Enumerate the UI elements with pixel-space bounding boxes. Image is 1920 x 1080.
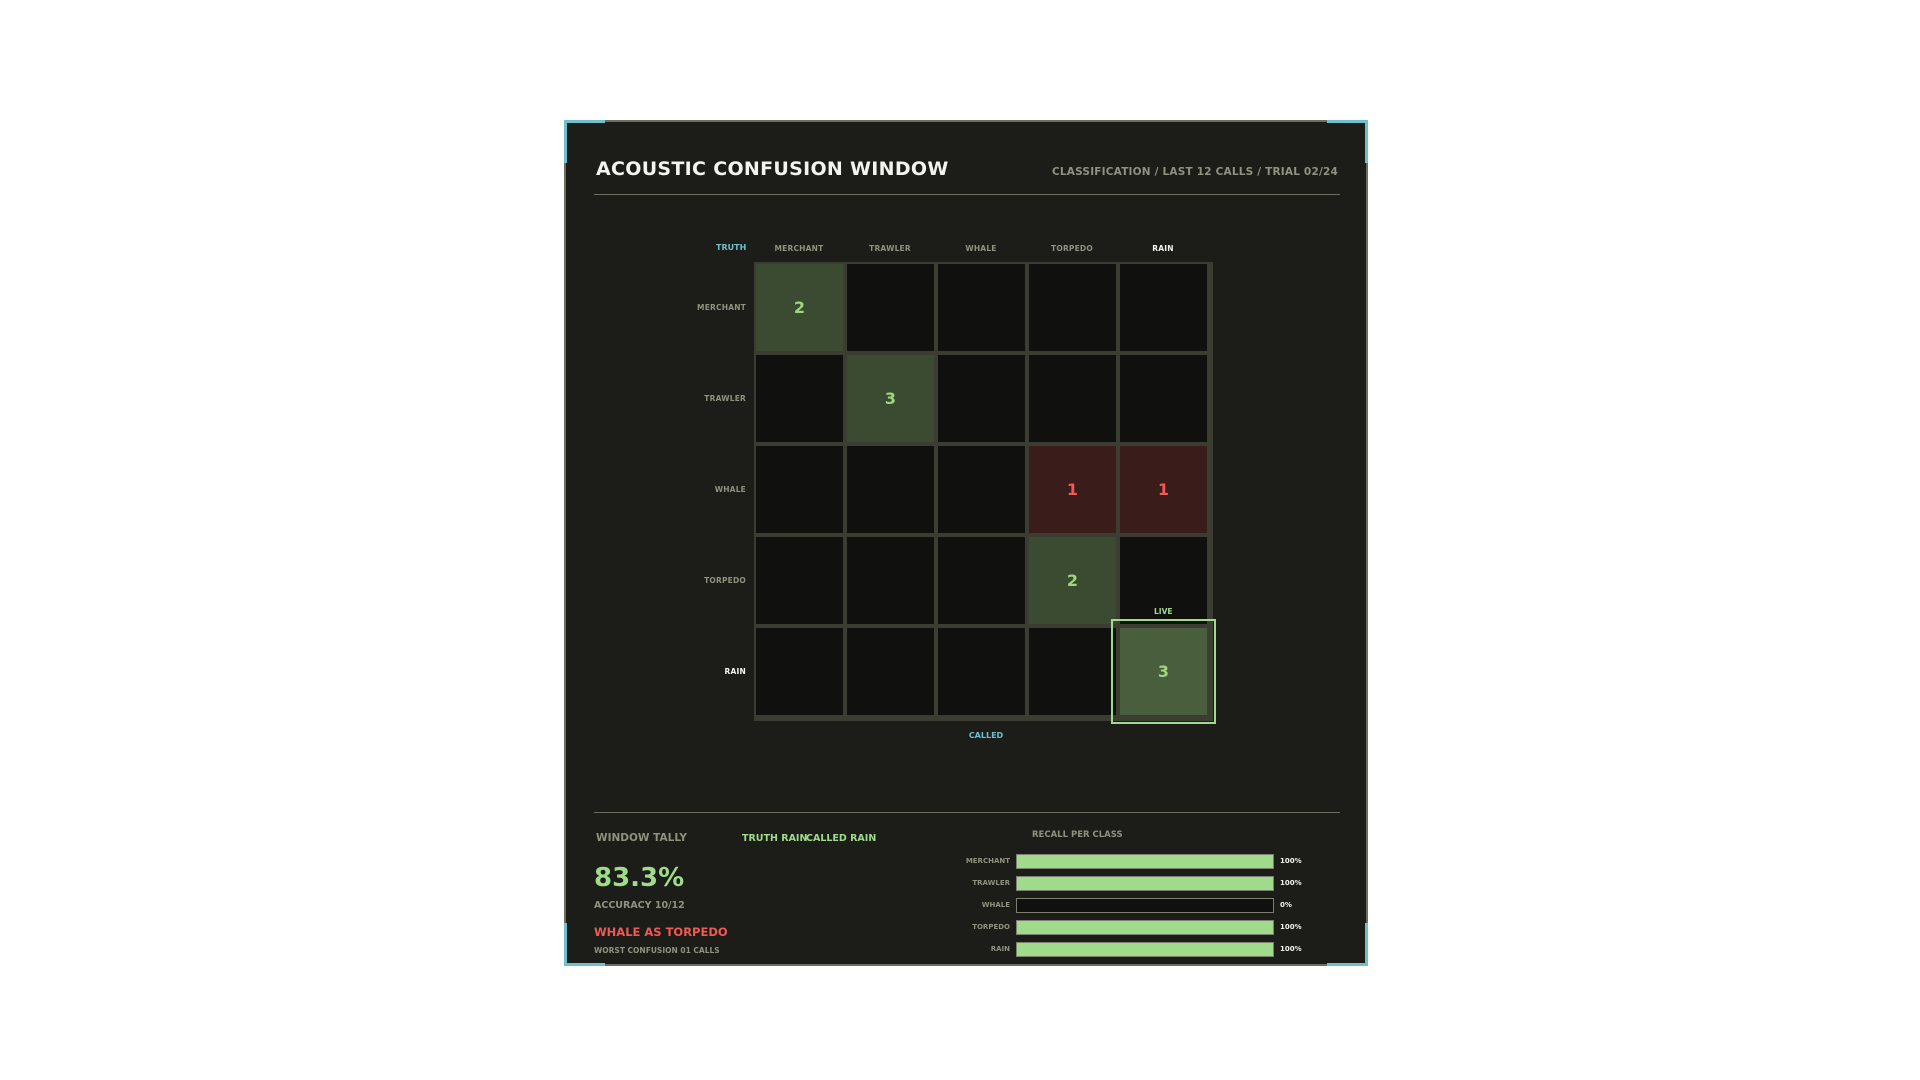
matrix-cell: 1 [1120, 446, 1207, 533]
matrix-cell [1120, 264, 1207, 351]
matrix-cell: 3 [847, 355, 934, 442]
matrix-cell [1029, 355, 1116, 442]
recall-bar-fill [1017, 855, 1273, 868]
recall-row: MERCHANT 100% [916, 854, 1302, 872]
live-cell-highlight [1111, 619, 1216, 724]
recall-title: RECALL PER CLASS [1032, 830, 1123, 840]
called-axis-label: CALLED [968, 731, 1004, 740]
page-subtitle: CLASSIFICATION / LAST 12 CALLS / TRIAL 0… [1052, 166, 1338, 178]
footer-divider [594, 812, 1340, 813]
recall-bar-fill [1017, 877, 1273, 890]
corner-bracket-top-left [564, 120, 605, 163]
recall-row: TORPEDO 100% [916, 920, 1302, 938]
recall-percent: 100% [1280, 879, 1302, 887]
col-head-merchant: MERCHANT [774, 244, 824, 253]
matrix-cell [938, 264, 1025, 351]
current-called: CALLED RAIN [806, 833, 877, 844]
confusion-window-panel: ACOUSTIC CONFUSION WINDOW CLASSIFICATION… [564, 120, 1368, 966]
matrix-cell [938, 537, 1025, 624]
recall-percent: 0% [1280, 901, 1292, 909]
recall-bar-fill [1017, 943, 1273, 956]
recall-percent: 100% [1280, 857, 1302, 865]
accuracy-detail: ACCURACY 10/12 [594, 900, 685, 911]
matrix-cell [938, 355, 1025, 442]
recall-bar [1016, 942, 1274, 957]
matrix-cell [938, 446, 1025, 533]
matrix-cell [938, 628, 1025, 715]
recall-bar [1016, 920, 1274, 935]
corner-bracket-bottom-right [1327, 923, 1368, 966]
recall-class-name: TORPEDO [972, 923, 1010, 931]
accuracy-value: 83.3% [594, 863, 685, 893]
recall-percent: 100% [1280, 923, 1302, 931]
col-head-trawler: TRAWLER [869, 244, 911, 253]
row-headers: MERCHANT TRAWLER WHALE TORPEDO RAIN [626, 122, 746, 822]
row-head-rain: RAIN [724, 667, 746, 676]
matrix-cell: 1 [1029, 446, 1116, 533]
matrix-cell [756, 355, 843, 442]
worst-confusion-detail: WORST CONFUSION 01 CALLS [594, 946, 720, 955]
matrix-cell [847, 264, 934, 351]
matrix-cell [756, 628, 843, 715]
recall-class-name: MERCHANT [965, 857, 1010, 865]
row-head-merchant: MERCHANT [697, 303, 746, 312]
worst-confusion: WHALE AS TORPEDO [594, 925, 728, 939]
recall-row: WHALE 0% [916, 898, 1296, 916]
recall-bar [1016, 876, 1274, 891]
matrix-cell [756, 446, 843, 533]
matrix-cell [847, 446, 934, 533]
current-truth: TRUTH RAIN [742, 833, 808, 844]
row-head-whale: WHALE [714, 485, 746, 494]
recall-bar-fill [1017, 921, 1273, 934]
recall-row: TRAWLER 100% [916, 876, 1302, 894]
recall-bar [1016, 898, 1274, 913]
recall-row: RAIN 100% [916, 942, 1302, 960]
recall-bar [1016, 854, 1274, 869]
matrix-cell [756, 537, 843, 624]
matrix-cell [1029, 628, 1116, 715]
corner-bracket-top-right [1327, 120, 1368, 163]
recall-percent: 100% [1280, 945, 1302, 953]
matrix-cell [1029, 264, 1116, 351]
recall-class-name: RAIN [990, 945, 1010, 953]
row-head-torpedo: TORPEDO [704, 576, 746, 585]
row-head-trawler: TRAWLER [704, 394, 746, 403]
matrix-cell: 2 [1029, 537, 1116, 624]
matrix-cell [1120, 355, 1207, 442]
live-label: LIVE [1154, 607, 1173, 616]
matrix-cell [847, 537, 934, 624]
col-head-rain: RAIN [1152, 244, 1174, 253]
recall-class-name: TRAWLER [972, 879, 1010, 887]
matrix-cell [847, 628, 934, 715]
window-tally-label: WINDOW TALLY [596, 832, 687, 844]
col-head-whale: WHALE [965, 244, 997, 253]
recall-class-name: WHALE [981, 901, 1010, 909]
matrix-cell: 2 [756, 264, 843, 351]
col-head-torpedo: TORPEDO [1051, 244, 1093, 253]
